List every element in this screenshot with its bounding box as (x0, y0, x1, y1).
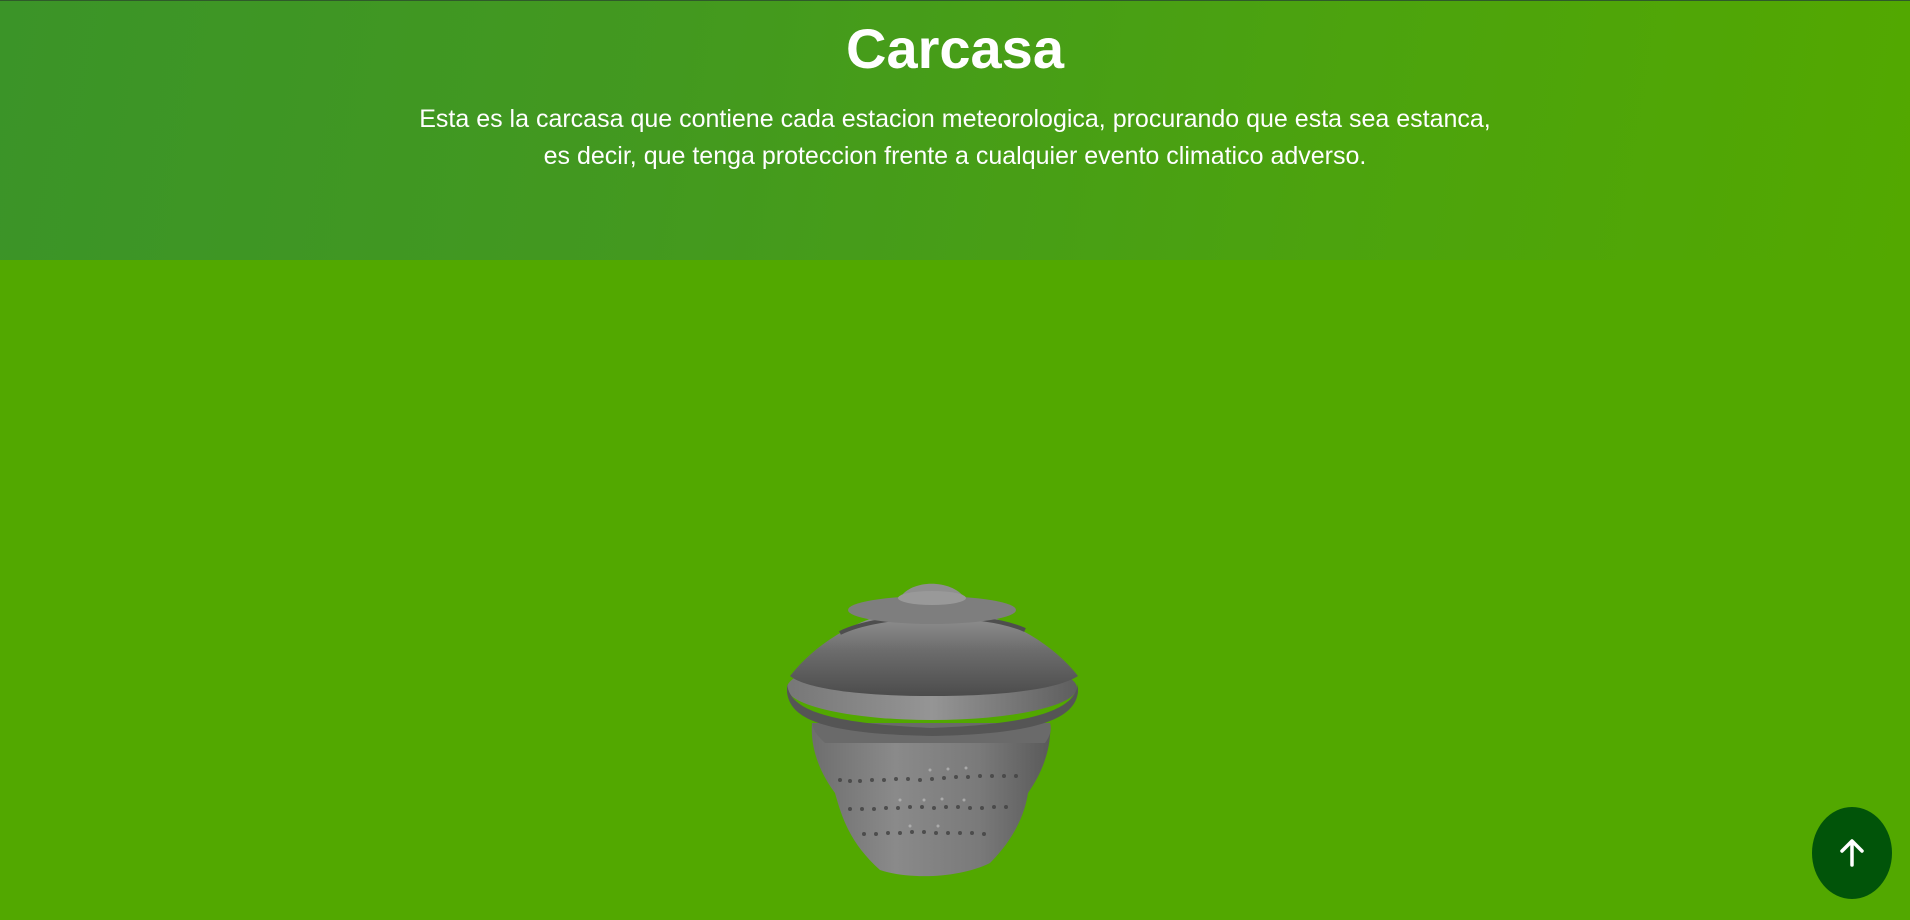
arrow-up-icon (1840, 839, 1864, 867)
scroll-to-top-button[interactable] (1812, 807, 1892, 899)
page-title: Carcasa (846, 17, 1064, 80)
description-line-2: es decir, que tenga proteccion frente a … (543, 142, 1367, 170)
hero-header: Carcasa Esta es la carcasa que contiene … (0, 0, 1910, 260)
page: Carcasa Esta es la carcasa que contiene … (0, 0, 1910, 920)
page-description: Esta es la carcasa que contiene cada est… (355, 101, 1555, 175)
description-line-1: Esta es la carcasa que contiene cada est… (419, 105, 1491, 133)
housing-3d-model[interactable] (780, 558, 1130, 878)
